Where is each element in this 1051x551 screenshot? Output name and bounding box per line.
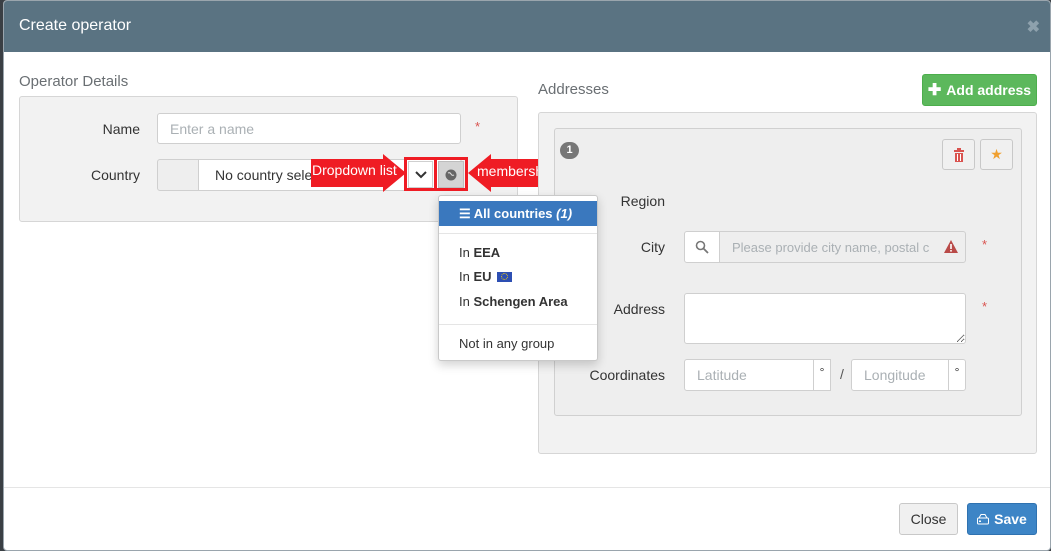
country-select-value: No country selec: [215, 167, 320, 183]
membership-dropdown-menu: ☰ All countries (1) In EEA In EU In Sche…: [438, 195, 598, 361]
eu-name: EU: [473, 269, 492, 284]
dropdown-divider: [439, 324, 597, 325]
region-label: Region: [620, 193, 665, 209]
add-address-label: Add address: [946, 82, 1032, 98]
dropdown-list-callout: Dropdown list: [312, 162, 397, 178]
membership-highlight-box: [434, 157, 468, 191]
close-button-label: Close: [910, 511, 947, 527]
eu-prefix: In: [459, 269, 470, 284]
latitude-degree: °: [819, 365, 825, 379]
name-input[interactable]: [157, 113, 461, 144]
close-button[interactable]: Close: [899, 503, 958, 535]
save-button[interactable]: Save: [967, 503, 1037, 535]
dropdown-item-schengen[interactable]: In Schengen Area: [439, 294, 597, 309]
dropdown-item-all-countries[interactable]: ☰ All countries (1): [439, 201, 597, 226]
name-required-mark: *: [475, 119, 481, 134]
dropdown-highlight-box: [404, 157, 437, 191]
save-button-label: Save: [994, 511, 1027, 527]
dropdown-item-not-in-group[interactable]: Not in any group: [439, 336, 597, 351]
eu-flag-icon: [497, 272, 513, 282]
close-icon[interactable]: ✖: [1027, 17, 1040, 37]
star-icon: ★: [990, 146, 1003, 162]
addresses-title: Addresses: [538, 81, 609, 98]
all-countries-label: All countries: [473, 206, 553, 221]
country-label: Country: [90, 167, 140, 183]
add-address-button[interactable]: ✚ Add address: [922, 74, 1037, 106]
plus-icon: ✚: [927, 82, 942, 99]
create-operator-modal: Create operator ✖ Operator Details Name …: [3, 0, 1051, 551]
latitude-degree-addon: °: [813, 359, 831, 391]
footer-divider: [4, 487, 1050, 488]
eea-name: EEA: [473, 245, 501, 260]
address-index-badge: 1: [560, 142, 579, 159]
addresses-panel: 1 ★ Region City * Address * Coordinates …: [538, 112, 1037, 454]
schengen-prefix: In: [459, 294, 470, 309]
modal-title: Create operator: [19, 17, 132, 34]
list-icon: ☰: [459, 206, 471, 221]
country-flag-addon: [157, 159, 199, 191]
address-required-mark: *: [982, 299, 988, 314]
coordinates-separator: /: [840, 366, 844, 382]
longitude-degree-addon: °: [948, 359, 966, 391]
latitude-input[interactable]: [684, 359, 814, 391]
delete-address-button[interactable]: [942, 139, 975, 170]
trash-icon: [953, 147, 964, 162]
dropdown-item-eu[interactable]: In EU: [439, 269, 597, 284]
city-search-addon: [684, 231, 720, 263]
longitude-input[interactable]: [851, 359, 949, 391]
name-label: Name: [102, 121, 140, 137]
search-icon: [695, 240, 709, 254]
address-textarea[interactable]: [684, 293, 966, 344]
hdd-icon: [977, 513, 990, 524]
coordinates-label: Coordinates: [589, 367, 666, 383]
city-required-mark: *: [982, 237, 988, 252]
operator-details-title: Operator Details: [19, 73, 129, 90]
address-label: Address: [613, 301, 665, 317]
dropdown-item-eea[interactable]: In EEA: [439, 245, 597, 260]
warning-icon: [944, 240, 958, 253]
schengen-name: Schengen Area: [473, 294, 568, 309]
dropdown-divider: [439, 233, 597, 234]
eea-prefix: In: [459, 245, 470, 260]
modal-header: Create operator ✖: [4, 1, 1050, 52]
city-input[interactable]: [719, 231, 966, 263]
primary-address-button[interactable]: ★: [980, 139, 1013, 170]
city-label: City: [640, 239, 665, 255]
longitude-degree: °: [954, 365, 960, 379]
address-card: 1 ★ Region City * Address * Coordinates …: [554, 128, 1022, 416]
all-countries-count: (1): [556, 206, 573, 221]
